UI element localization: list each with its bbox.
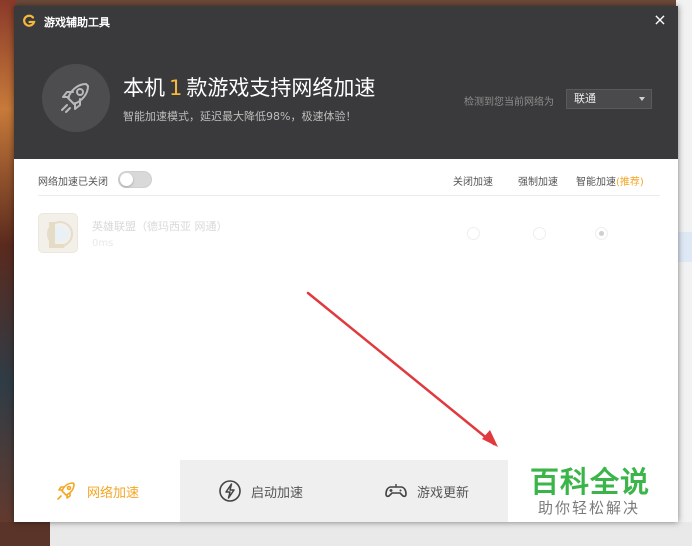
rocket-icon [61,83,89,113]
background-highlight-strip [676,232,692,262]
gamepad-icon [385,484,407,498]
rocket-icon [57,482,75,500]
background-page-right [676,0,692,546]
column-header-off: 关闭加速 [453,177,493,188]
network-select[interactable]: 联通 [566,89,652,109]
headline: 本机 1 款游戏支持网络加速 [123,72,375,102]
chevron-down-icon [639,97,645,101]
radio-mode-smart[interactable] [595,227,608,240]
toggle-knob [120,173,133,186]
tab-label: 网络加速 [87,485,140,501]
tab-startup-acceleration[interactable]: 启动加速 [180,460,346,522]
column-header-smart-label: 智能加速 [576,177,616,188]
league-of-legends-logo-icon [47,221,73,248]
column-header-force: 强制加速 [518,177,558,188]
column-header-smart: 智能加速(推荐) [576,173,644,188]
network-select-value: 联通 [574,92,596,105]
headline-prefix: 本机 [123,76,165,100]
game-ping: 0ms [92,238,114,249]
tab-network-acceleration[interactable]: 网络加速 [14,460,180,522]
window-header: 游戏辅助工具 × 本机 1 款游戏支持网络加速 智能加速模式，延迟最大降低98%，极… [14,6,678,159]
acceleration-toggle-label: 网络加速已关闭 [38,177,108,188]
acceleration-toggle[interactable] [118,171,152,188]
close-button[interactable]: × [652,11,668,29]
recommend-tag: (推荐) [616,177,644,188]
lightning-icon [219,480,241,502]
radio-mode-force[interactable] [533,227,546,240]
headline-suffix: 款游戏支持网络加速 [186,76,376,100]
watermark-slogan: 助你轻松解决 [538,499,641,517]
radio-mode-off[interactable] [467,227,480,240]
window-title: 游戏辅助工具 [44,16,110,29]
headline-subtext: 智能加速模式，延迟最大降低98%，极速体验！ [123,110,357,123]
background-page-bottom [0,522,692,546]
network-detect-label: 检测到您当前网络为 [464,97,554,108]
watermark: 百科全说 助你轻松解决 [508,454,678,522]
app-logo-icon [23,14,36,27]
tab-game-update[interactable]: 游戏更新 [346,460,512,522]
tool-window: 游戏辅助工具 × 本机 1 款游戏支持网络加速 智能加速模式，延迟最大降低98%，极… [14,6,678,522]
rocket-badge [42,64,110,132]
watermark-title: 百科全说 [530,465,651,499]
game-icon [38,213,78,253]
tab-label: 启动加速 [251,485,304,501]
game-name: 英雄联盟（德玛西亚 网通） [92,220,228,233]
list-divider [38,195,660,196]
background-game-art-bottom [0,522,50,546]
tab-label: 游戏更新 [417,485,470,501]
game-count: 1 [169,76,183,100]
